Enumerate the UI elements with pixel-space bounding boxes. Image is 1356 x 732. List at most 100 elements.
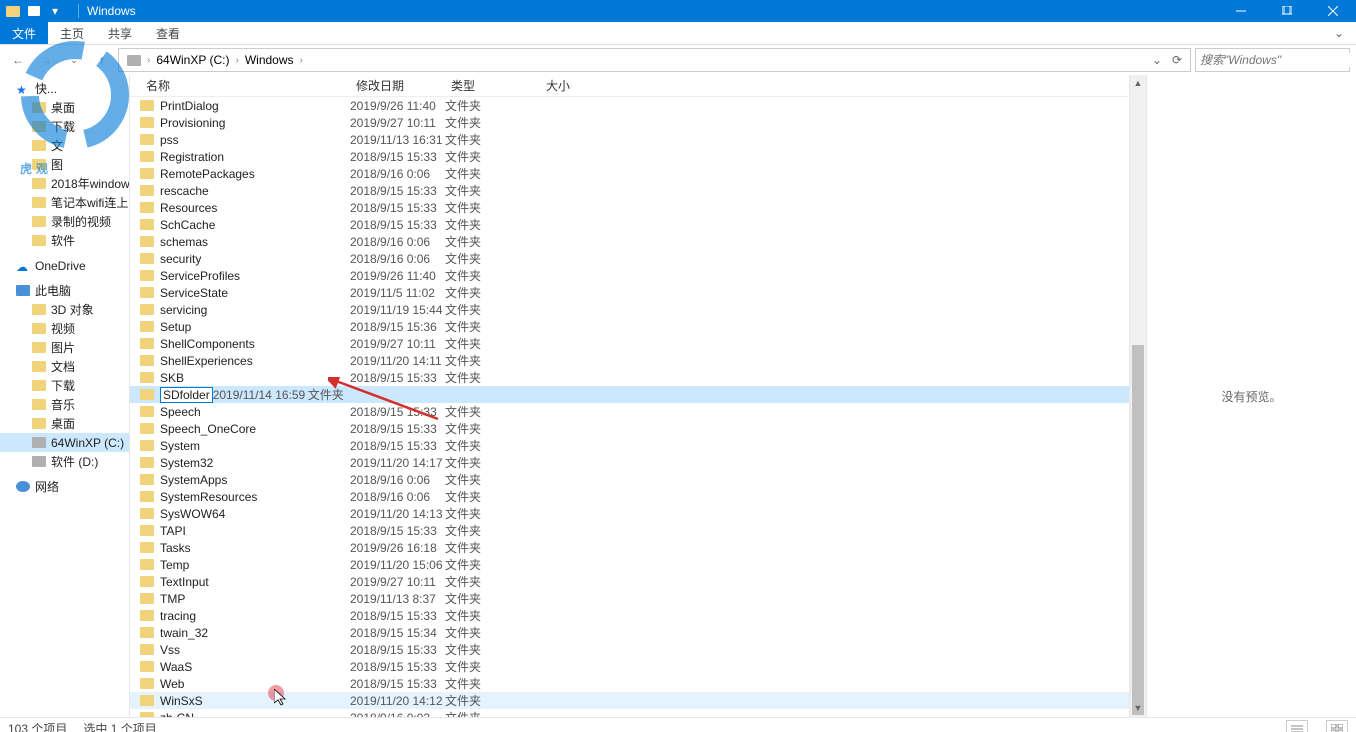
header-name[interactable]: 名称 (140, 77, 350, 94)
file-row[interactable]: ServiceState2019/11/5 11:02文件夹 (130, 284, 1129, 301)
file-row[interactable]: Registration2018/9/15 15:33文件夹 (130, 148, 1129, 165)
sidebar-item[interactable]: 音乐 (0, 395, 129, 414)
breadcrumb-root-icon[interactable] (123, 55, 145, 66)
file-list[interactable]: PrintDialog2019/9/26 11:40文件夹Provisionin… (130, 97, 1129, 717)
nav-up-button[interactable]: ↑ (90, 48, 114, 72)
sidebar-item[interactable]: 3D 对象 (0, 300, 129, 319)
maximize-button[interactable] (1264, 0, 1310, 22)
chevron-right-icon[interactable]: › (300, 55, 303, 66)
file-row[interactable]: WaaS2018/9/15 15:33文件夹 (130, 658, 1129, 675)
file-row[interactable]: zh-CN2018/9/16 0:03文件夹 (130, 709, 1129, 717)
tab-home[interactable]: 主页 (48, 22, 96, 44)
file-row[interactable]: schemas2018/9/16 0:06文件夹 (130, 233, 1129, 250)
quick-access[interactable]: ★快... (0, 79, 129, 98)
nav-forward-button[interactable]: → (34, 48, 58, 72)
file-row[interactable]: rescache2018/9/15 15:33文件夹 (130, 182, 1129, 199)
sidebar-item[interactable]: 桌面 (0, 414, 129, 433)
file-row[interactable]: tracing2018/9/15 15:33文件夹 (130, 607, 1129, 624)
tab-share[interactable]: 共享 (96, 22, 144, 44)
file-row[interactable]: RemotePackages2018/9/16 0:06文件夹 (130, 165, 1129, 182)
sidebar-item[interactable]: 图片 (0, 338, 129, 357)
file-row[interactable]: security2018/9/16 0:06文件夹 (130, 250, 1129, 267)
file-row[interactable]: SKB2018/9/15 15:33文件夹 (130, 369, 1129, 386)
search-input[interactable] (1200, 53, 1356, 67)
scroll-up-button[interactable]: ▲ (1130, 75, 1146, 92)
file-row[interactable]: WinSxS2019/11/20 14:12文件夹 (130, 692, 1129, 709)
file-row[interactable]: twain_322018/9/15 15:34文件夹 (130, 624, 1129, 641)
file-row[interactable]: TextInput2019/9/27 10:11文件夹 (130, 573, 1129, 590)
sidebar-item[interactable]: 64WinXP (C:) (0, 433, 129, 452)
tab-view[interactable]: 查看 (144, 22, 192, 44)
folder-icon (32, 216, 46, 227)
breadcrumb-box[interactable]: › 64WinXP (C:) › Windows › ⌄ ⟳ (118, 48, 1191, 72)
file-row[interactable]: TMP2019/11/13 8:37文件夹 (130, 590, 1129, 607)
file-row[interactable]: SysWOW642019/11/20 14:13文件夹 (130, 505, 1129, 522)
address-dropdown-icon[interactable]: ⌄ (1148, 53, 1166, 67)
file-row[interactable]: Resources2018/9/15 15:33文件夹 (130, 199, 1129, 216)
file-row[interactable]: servicing2019/11/19 15:44文件夹 (130, 301, 1129, 318)
file-row[interactable]: Vss2018/9/15 15:33文件夹 (130, 641, 1129, 658)
header-date[interactable]: 修改日期 (350, 77, 445, 94)
sidebar-item[interactable]: 录制的视频 (0, 212, 129, 231)
scrollbar[interactable]: ▲ ▼ (1129, 75, 1146, 717)
file-row[interactable]: Tasks2019/9/26 16:18文件夹 (130, 539, 1129, 556)
file-row[interactable]: Speech2018/9/15 15:33文件夹 (130, 403, 1129, 420)
file-row[interactable]: ShellComponents2019/9/27 10:11文件夹 (130, 335, 1129, 352)
file-row[interactable]: System322019/11/20 14:17文件夹 (130, 454, 1129, 471)
file-row[interactable]: Temp2019/11/20 15:06文件夹 (130, 556, 1129, 573)
onedrive[interactable]: ☁OneDrive (0, 256, 129, 275)
nav-recent-dropdown[interactable]: ⌄ (62, 48, 86, 72)
file-row[interactable]: SDfolder2019/11/14 16:59文件夹 (130, 386, 1129, 403)
chevron-right-icon[interactable]: › (147, 55, 150, 66)
scroll-down-button[interactable]: ▼ (1130, 700, 1146, 717)
file-row[interactable]: ShellExperiences2019/11/20 14:11文件夹 (130, 352, 1129, 369)
file-row[interactable]: Speech_OneCore2018/9/15 15:33文件夹 (130, 420, 1129, 437)
file-row[interactable]: ServiceProfiles2019/9/26 11:40文件夹 (130, 267, 1129, 284)
file-row[interactable]: SystemApps2018/9/16 0:06文件夹 (130, 471, 1129, 488)
sidebar-item[interactable]: 桌面 (0, 98, 129, 117)
sidebar-item[interactable]: 笔记本wifi连上却没 (0, 193, 129, 212)
sidebar-item[interactable]: 图 (0, 155, 129, 174)
file-row[interactable]: Setup2018/9/15 15:36文件夹 (130, 318, 1129, 335)
folder-icon (140, 474, 154, 485)
this-pc[interactable]: 此电脑 (0, 281, 129, 300)
view-details-button[interactable] (1286, 720, 1308, 732)
file-row[interactable]: TAPI2018/9/15 15:33文件夹 (130, 522, 1129, 539)
file-row[interactable]: SchCache2018/9/15 15:33文件夹 (130, 216, 1129, 233)
sidebar-item[interactable]: 视频 (0, 319, 129, 338)
sidebar-item[interactable]: 2018年windows10 (0, 174, 129, 193)
folder-icon (140, 202, 154, 213)
file-type: 文件夹 (445, 573, 540, 590)
sidebar-item[interactable]: 软件 (0, 231, 129, 250)
minimize-button[interactable] (1218, 0, 1264, 22)
sidebar-item[interactable]: 文档 (0, 357, 129, 376)
nav-back-button[interactable]: ← (6, 48, 30, 72)
sidebar-item[interactable]: 下载 (0, 117, 129, 136)
file-row[interactable]: Web2018/9/15 15:33文件夹 (130, 675, 1129, 692)
scroll-thumb[interactable] (1132, 345, 1144, 715)
chevron-right-icon[interactable]: › (235, 55, 238, 66)
sidebar-item[interactable]: 文 (0, 136, 129, 155)
breadcrumb-folder[interactable]: Windows (241, 53, 298, 67)
header-type[interactable]: 类型 (445, 77, 540, 94)
file-name[interactable]: SDfolder (160, 387, 213, 403)
qat-dropdown-icon[interactable]: ▾ (48, 4, 62, 18)
file-row[interactable]: SystemResources2018/9/16 0:06文件夹 (130, 488, 1129, 505)
sidebar-item[interactable]: 软件 (D:) (0, 452, 129, 471)
view-icons-button[interactable] (1326, 720, 1348, 732)
network[interactable]: 网络 (0, 477, 129, 496)
file-name: Web (160, 677, 350, 691)
file-row[interactable]: System2018/9/15 15:33文件夹 (130, 437, 1129, 454)
refresh-icon[interactable]: ⟳ (1168, 53, 1186, 67)
file-row[interactable]: pss2019/11/13 16:31文件夹 (130, 131, 1129, 148)
tab-file[interactable]: 文件 (0, 22, 48, 44)
ribbon-expand-icon[interactable]: ⌄ (1322, 22, 1356, 44)
header-size[interactable]: 大小 (540, 77, 600, 94)
close-button[interactable] (1310, 0, 1356, 22)
search-box[interactable]: 🔍 (1195, 48, 1350, 72)
file-row[interactable]: PrintDialog2019/9/26 11:40文件夹 (130, 97, 1129, 114)
file-type: 文件夹 (445, 607, 540, 624)
file-row[interactable]: Provisioning2019/9/27 10:11文件夹 (130, 114, 1129, 131)
sidebar-item[interactable]: 下载 (0, 376, 129, 395)
breadcrumb-drive[interactable]: 64WinXP (C:) (152, 53, 233, 67)
